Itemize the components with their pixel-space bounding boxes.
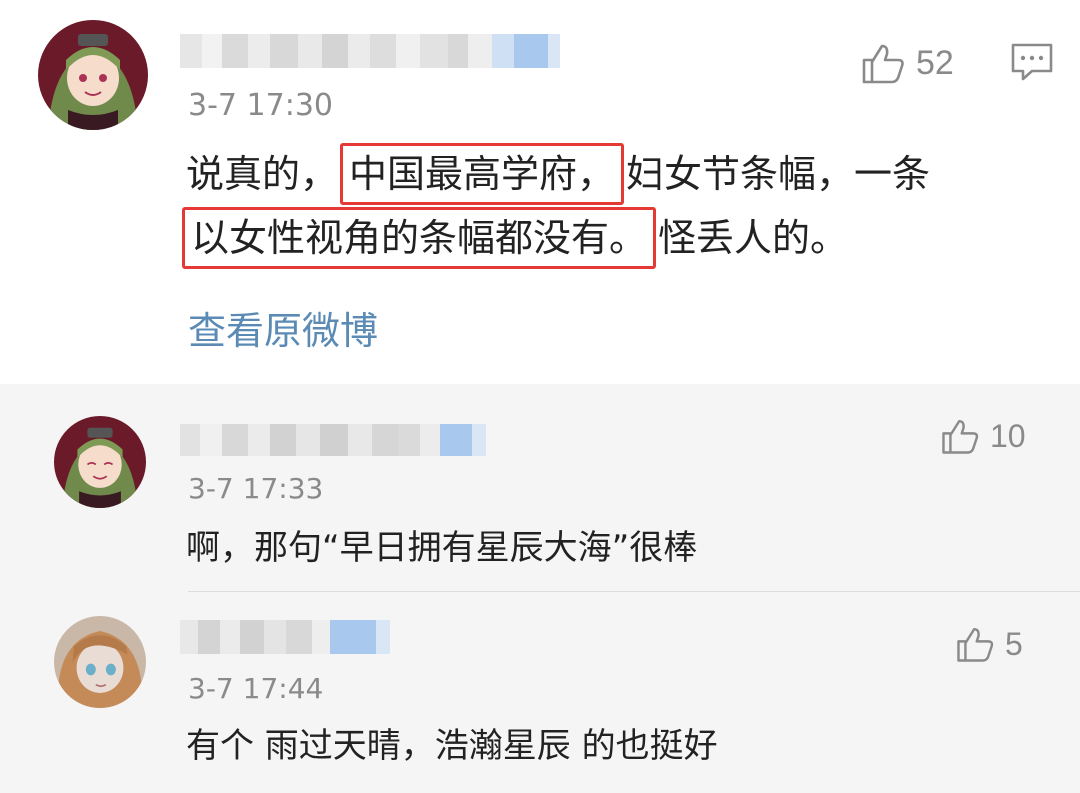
highlighted-text: 中国最高学府， [340, 143, 625, 205]
comment-text-segment: 说真的， [186, 152, 339, 196]
reply-like-count: 5 [1005, 625, 1023, 662]
username-blurred[interactable] [180, 424, 486, 456]
reply-like-button[interactable]: 10 [940, 416, 1026, 456]
reply-timestamp: 3-7 17:44 [188, 672, 324, 705]
username-blurred[interactable] [180, 620, 390, 654]
comment-icon[interactable] [1010, 42, 1054, 86]
comment-timestamp: 3-7 17:30 [188, 88, 333, 123]
user-avatar[interactable] [38, 20, 148, 130]
highlighted-text: 以女性视角的条幅都没有。 [182, 207, 657, 269]
thumbs-up-icon [957, 628, 994, 662]
replies-section: 3-7 17:33 10 啊，那句“早日拥有星辰大海”很棒 3-7 17:44 … [0, 384, 1080, 793]
reply-timestamp: 3-7 17:33 [188, 472, 324, 505]
reply-avatar[interactable] [54, 416, 146, 508]
reply-body: 有个 雨过天晴，浩瀚星辰 的也挺好 [186, 726, 718, 766]
username-blurred[interactable] [180, 34, 560, 68]
reply-like-button[interactable]: 5 [955, 624, 1023, 664]
thumbs-up-icon [942, 420, 979, 454]
reply-body: 啊，那句“早日拥有星辰大海”很棒 [186, 528, 698, 568]
comment-text-segment: 妇女节条幅，一条 [626, 152, 931, 196]
reply-avatar[interactable] [54, 616, 146, 708]
view-original-link[interactable]: 查看原微博 [188, 300, 378, 355]
comment-text-segment: 怪丢人的。 [658, 216, 849, 260]
thumbs-up-icon [862, 44, 904, 84]
like-count: 52 [916, 43, 954, 82]
main-comment: 3-7 17:30 52 说真的， 中国最高学府， 妇女节条幅，一条 以女性视角的条… [0, 0, 1080, 384]
like-button[interactable]: 52 [860, 40, 954, 86]
reply-divider [188, 591, 1080, 592]
comment-body-line2: 以女性视角的条幅都没有。 怪丢人的。 [180, 206, 848, 270]
reply-like-count: 10 [990, 417, 1026, 454]
comment-body: 说真的， 中国最高学府， 妇女节条幅，一条 [186, 142, 930, 206]
